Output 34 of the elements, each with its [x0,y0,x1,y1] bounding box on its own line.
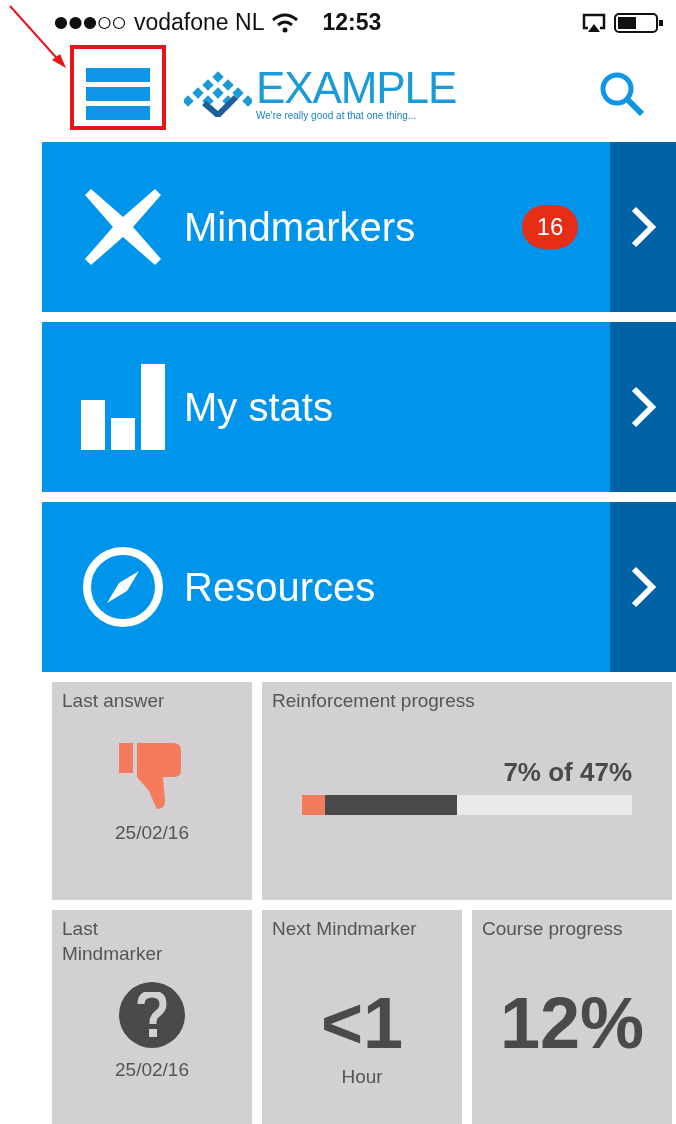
menu-item[interactable]: Resources [42,502,676,672]
unit-label: Hour [341,1065,383,1089]
logo-icon [184,70,252,117]
big-value: <1 [320,987,404,1059]
chevron-right-icon [629,565,657,609]
chevron-right-icon [629,385,657,429]
signal-icon [54,15,126,30]
time-label: 12:53 [322,8,382,38]
tile-title: Reinforcement progress [272,689,476,713]
menu-item[interactable]: Mindmarkers 16 [42,142,676,312]
menu-item-label: My stats [184,384,334,431]
tile-title: Next Mindmarker [272,917,418,941]
menu-button[interactable] [86,67,150,120]
menu-item-label: Mindmarkers [184,204,417,251]
carrier-label: vodafone NL [134,8,265,38]
wifi-icon [272,12,299,33]
bar-chart-icon [81,364,165,450]
progress-reading: 7% of 47% [503,757,632,787]
big-value: 12% [499,987,645,1059]
tile-title: Last Mindmarker [62,917,164,966]
chevron-right-icon [629,205,657,249]
logo-text: EXAMPLE [256,65,457,110]
annotation-arrow [8,4,68,70]
logo-tagline: We're really good at that one thing... [256,109,418,122]
menu-item[interactable]: My stats [42,322,676,492]
airplay-icon [582,12,606,33]
date-label: 25/02/16 [115,821,189,846]
menu-item-label: Resources [184,564,377,611]
compass-icon [81,545,165,629]
tile-title: Last answer [62,689,166,713]
battery-icon [614,11,664,34]
count-badge: 16 [522,205,578,249]
date-label: 25/02/16 [115,1057,189,1082]
tile-title: Course progress [482,917,624,941]
